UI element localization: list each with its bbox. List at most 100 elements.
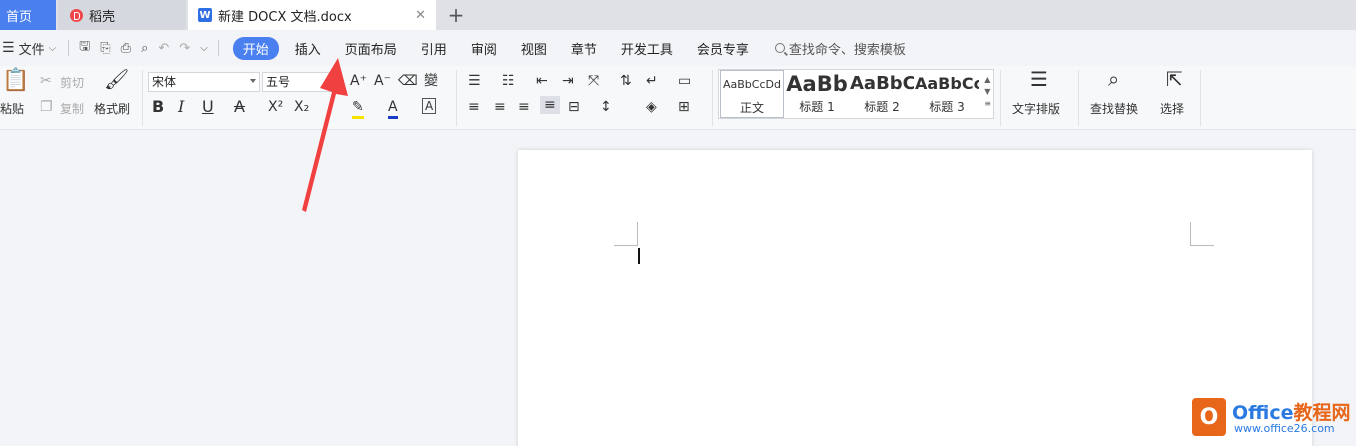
style-sample: AaBbC bbox=[850, 73, 914, 94]
menu-bar: ☰ 文件 ⌵ 🖫 ⎘ ⎙ ⌕ ↶ ↷ ⌵ 开始 插入 页面布局 引用 审阅 视图… bbox=[0, 30, 1356, 66]
font-size-value: 五号 bbox=[266, 75, 291, 89]
watermark-url: www.office26.com bbox=[1234, 422, 1335, 435]
numbered-list-icon[interactable]: ☷ bbox=[502, 72, 515, 90]
undo-icon[interactable]: ↶ bbox=[158, 41, 169, 56]
style-normal[interactable]: AaBbCcDd 正文 bbox=[720, 70, 784, 118]
tab-developer[interactable]: 开发工具 bbox=[621, 39, 673, 58]
tab-document-label: 新建 DOCX 文档.docx bbox=[218, 9, 352, 25]
align-justify-icon[interactable]: ≡ bbox=[540, 96, 560, 114]
distribute-icon[interactable]: ⊟ bbox=[568, 98, 580, 116]
tab-section[interactable]: 章节 bbox=[571, 39, 597, 58]
eraser-icon[interactable]: ⌫ bbox=[398, 72, 418, 90]
shading-icon[interactable]: ◈ bbox=[646, 98, 657, 116]
align-center-icon[interactable]: ≡ bbox=[494, 98, 506, 116]
style-heading-2[interactable]: AaBbC 标题 2 bbox=[850, 70, 914, 118]
tab-view[interactable]: 视图 bbox=[521, 39, 547, 58]
bullet-list-icon[interactable]: ☰ bbox=[468, 72, 481, 90]
search-icon bbox=[774, 43, 785, 53]
tab-daoke-label: 稻壳 bbox=[89, 9, 116, 25]
styles-gallery: AaBbCcDd 正文 AaBb 标题 1 AaBbC 标题 2 AaBbCc … bbox=[718, 69, 994, 119]
tab-references[interactable]: 引用 bbox=[421, 39, 447, 58]
margin-marker-top-left bbox=[614, 222, 638, 246]
font-name-value: 宋体 bbox=[152, 75, 177, 89]
format-painter-button[interactable]: 格式刷 bbox=[94, 100, 130, 117]
tab-start[interactable]: 开始 bbox=[232, 36, 279, 60]
print-preview-icon[interactable]: ⌕ bbox=[141, 41, 148, 56]
text-layout-icon: ☰ bbox=[1030, 67, 1048, 91]
style-label: 正文 bbox=[739, 101, 764, 115]
ribbon: 📋 粘贴 ✂ 剪切 ❐ 复制 🖌 格式刷 宋体 五号 A⁺ A⁻ ⌫ 變 B I… bbox=[0, 66, 1356, 130]
increase-indent-icon[interactable]: ⇥ bbox=[562, 72, 574, 90]
word-doc-icon: W bbox=[198, 8, 212, 22]
style-heading-3[interactable]: AaBbCc 标题 3 bbox=[915, 70, 979, 118]
file-menu[interactable]: ☰ 文件 ⌵ bbox=[2, 39, 56, 58]
paste-icon[interactable]: 📋 bbox=[2, 70, 29, 92]
cut-button[interactable]: 剪切 bbox=[60, 74, 84, 91]
daoke-icon bbox=[70, 8, 83, 22]
chevron-down-icon: ⌵ bbox=[48, 42, 57, 54]
new-tab-button[interactable]: + bbox=[444, 0, 468, 30]
show-marks-icon[interactable]: ↵ bbox=[646, 72, 658, 90]
superscript-button[interactable]: X² bbox=[268, 98, 283, 116]
italic-button[interactable]: I bbox=[178, 98, 184, 116]
tab-home[interactable]: 首页 bbox=[0, 0, 56, 30]
style-sample: AaBbCcDd bbox=[723, 78, 781, 91]
tab-home-label: 首页 bbox=[6, 9, 33, 25]
find-replace-icon: ⌕ bbox=[1108, 67, 1120, 91]
divider bbox=[1000, 70, 1001, 126]
command-search[interactable]: 查找命令、搜索模板 bbox=[774, 39, 906, 58]
watermark: O Office教程网 www.office26.com bbox=[1192, 396, 1352, 442]
bold-button[interactable]: B bbox=[152, 98, 164, 116]
close-icon[interactable]: ✕ bbox=[415, 8, 426, 23]
chevron-down-icon bbox=[250, 79, 256, 83]
underline-button[interactable]: U bbox=[202, 98, 214, 116]
divider bbox=[712, 70, 713, 126]
watermark-brand: Office教程网 bbox=[1232, 398, 1351, 425]
office-logo-icon: O bbox=[1192, 398, 1226, 436]
style-sample: AaBb bbox=[786, 72, 848, 96]
strikethrough-button[interactable]: A bbox=[234, 98, 245, 116]
watermark-brand-accent: 教程网 bbox=[1293, 402, 1351, 424]
line-spacing-icon[interactable]: ↕ bbox=[600, 98, 612, 116]
arrow-shape bbox=[302, 58, 348, 212]
align-right-icon[interactable]: ≡ bbox=[518, 98, 530, 116]
font-color-button[interactable]: A bbox=[388, 98, 398, 119]
chinese-layout-icon[interactable]: ⤧ bbox=[588, 72, 599, 90]
style-label: 标题 2 bbox=[864, 100, 900, 114]
text-layout-button[interactable]: 文字排版 bbox=[1012, 100, 1060, 117]
hamburger-icon: ☰ bbox=[2, 40, 15, 56]
decrease-indent-icon[interactable]: ⇤ bbox=[536, 72, 548, 90]
divider bbox=[1200, 70, 1201, 126]
tab-review[interactable]: 审阅 bbox=[471, 39, 497, 58]
cursor-select-icon: ⇱ bbox=[1166, 67, 1183, 91]
print-icon[interactable]: ⎙ bbox=[121, 41, 131, 56]
format-painter-icon: 🖌 bbox=[104, 67, 130, 91]
tab-member[interactable]: 会员专享 bbox=[697, 39, 749, 58]
ruler-icon[interactable]: ▭ bbox=[678, 72, 691, 90]
style-sample: AaBbCc bbox=[915, 74, 979, 93]
quick-access-toolbar: 🖫 ⎘ ⎙ ⌕ ↶ ↷ ⌵ bbox=[68, 37, 219, 59]
save-icon[interactable]: 🖫 bbox=[79, 37, 90, 59]
font-name-select[interactable]: 宋体 bbox=[148, 72, 260, 92]
copy-button[interactable]: 复制 bbox=[60, 100, 84, 117]
style-heading-1[interactable]: AaBb 标题 1 bbox=[785, 70, 849, 118]
shrink-font-icon[interactable]: A⁻ bbox=[374, 72, 391, 90]
customize-icon[interactable]: ⌵ bbox=[200, 43, 208, 54]
paste-button[interactable]: 粘贴 bbox=[0, 100, 24, 117]
find-replace-button[interactable]: 查找替换 bbox=[1090, 100, 1138, 117]
file-menu-label: 文件 bbox=[18, 42, 45, 58]
scissors-icon: ✂ bbox=[40, 73, 52, 89]
divider bbox=[1078, 70, 1079, 126]
gallery-scroll-icon[interactable]: ▲ ▼ ≡ bbox=[984, 74, 991, 110]
tab-document[interactable]: W 新建 DOCX 文档.docx ✕ bbox=[188, 0, 436, 30]
character-border-button[interactable]: A bbox=[422, 98, 437, 114]
borders-icon[interactable]: ⊞ bbox=[678, 98, 690, 116]
sort-icon[interactable]: ⇅ bbox=[620, 72, 632, 90]
align-left-icon[interactable]: ≡ bbox=[468, 98, 480, 116]
divider bbox=[142, 70, 143, 126]
export-pdf-icon[interactable]: ⎘ bbox=[100, 41, 110, 56]
tab-daoke[interactable]: 稻壳 bbox=[58, 0, 186, 30]
select-button[interactable]: 选择 bbox=[1160, 100, 1184, 117]
redo-icon[interactable]: ↷ bbox=[179, 41, 190, 56]
phonetic-guide-icon[interactable]: 變 bbox=[424, 72, 438, 90]
